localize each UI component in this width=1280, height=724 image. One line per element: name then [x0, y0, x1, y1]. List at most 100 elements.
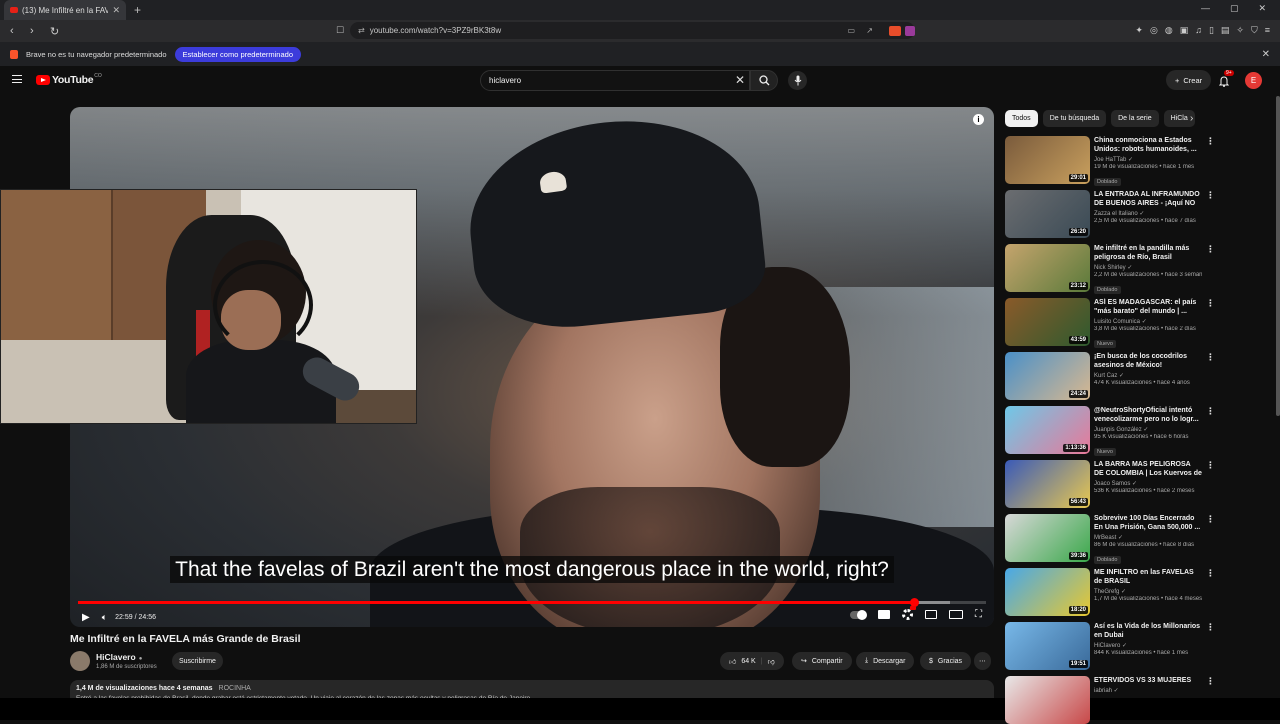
recommendation-channel[interactable]: Joaco Samos ✓ [1094, 480, 1202, 487]
video-thumbnail[interactable]: 19:51 [1005, 622, 1090, 670]
browser-tab[interactable]: (13) Me Infiltré en la FAVELA más ✕ [4, 0, 126, 20]
extension-icon[interactable]: ▣ [1180, 25, 1189, 36]
search-input[interactable]: hiclavero ✕ [480, 70, 750, 91]
sidebar-icon[interactable]: ▯ [1209, 25, 1214, 36]
video-thumbnail[interactable]: 56:43 [1005, 460, 1090, 508]
recommendation-title[interactable]: ETERVIDOS VS 33 MUJERES [1094, 676, 1202, 685]
subtitles-icon[interactable] [878, 610, 890, 619]
forward-icon[interactable]: › [30, 25, 40, 37]
thumbs-down-icon[interactable]: 👎︎ [768, 657, 775, 666]
miniplayer-icon[interactable] [925, 610, 937, 619]
recommendation-item[interactable]: 18:20 ME INFILTRO en las FAVELAS de BRASI… [1005, 568, 1215, 616]
recommendation-channel[interactable]: Nick Shirley ✓ [1094, 264, 1202, 271]
recommendation-item[interactable]: 43:59 ASÍ ES MADAGASCAR: el país "más bar… [1005, 298, 1215, 348]
recommendation-item[interactable]: ETERVIDOS VS 33 MUJERES iabriah ✓ ⋮ [1005, 676, 1215, 724]
scrollbar[interactable] [1276, 96, 1280, 416]
settings-gear-icon[interactable] [902, 606, 916, 620]
filter-chip[interactable]: De la serie [1111, 110, 1159, 127]
more-actions-button[interactable]: ⋯ [974, 652, 991, 670]
recommendation-item[interactable]: 24:24 ¡En busca de los cocodrilos asesino… [1005, 352, 1215, 400]
back-icon[interactable]: ‹ [10, 25, 20, 37]
account-avatar[interactable]: E [1245, 72, 1262, 89]
recommendation-channel[interactable]: Joe HaTTab ✓ [1094, 156, 1202, 163]
more-vertical-icon[interactable]: ⋮ [1206, 352, 1215, 363]
extension-icon[interactable]: ◍ [1165, 25, 1173, 36]
recommendation-channel[interactable]: Juanpis González ✓ [1094, 426, 1202, 433]
more-vertical-icon[interactable]: ⋮ [1206, 622, 1215, 633]
channel-avatar[interactable] [70, 651, 90, 671]
music-icon[interactable]: ♫ [1195, 25, 1202, 36]
extension-icon[interactable]: ✦ [1135, 25, 1143, 36]
video-thumbnail[interactable]: 26:20 [1005, 190, 1090, 238]
more-vertical-icon[interactable]: ⋮ [1206, 460, 1215, 471]
theater-mode-icon[interactable] [949, 610, 963, 619]
recommendation-title[interactable]: Sobrevive 100 Días Encerrado En Una Pris… [1094, 514, 1202, 532]
recommendation-item[interactable]: 23:12 Me infiltré en la pandilla más peli… [1005, 244, 1215, 294]
hashtag[interactable]: ROCINHA [219, 685, 251, 692]
share-button[interactable]: ↪ Compartir [792, 652, 852, 670]
video-thumbnail[interactable]: 29:01 [1005, 136, 1090, 184]
video-thumbnail[interactable]: 39:36 [1005, 514, 1090, 562]
video-thumbnail[interactable]: 18:20 [1005, 568, 1090, 616]
recommendation-channel[interactable]: TheGrefg ✓ [1094, 588, 1202, 595]
more-vertical-icon[interactable]: ⋮ [1206, 406, 1215, 417]
close-window-icon[interactable]: ✕ [1258, 3, 1266, 14]
clear-search-icon[interactable]: ✕ [735, 73, 745, 87]
video-thumbnail[interactable]: 43:59 [1005, 298, 1090, 346]
subscribe-button[interactable]: Suscribirme [172, 652, 223, 670]
recommendation-channel[interactable]: MrBeast ✓ [1094, 534, 1202, 541]
recommendation-channel[interactable]: Zazza el Italiano ✓ [1094, 210, 1202, 217]
menu-icon[interactable]: ≡ [1265, 25, 1270, 36]
video-thumbnail[interactable]: 24:24 [1005, 352, 1090, 400]
recommendation-item[interactable]: 26:20 LA ENTRADA AL INFRAMUNDO DE BUENOS … [1005, 190, 1215, 238]
brave-rewards-icon[interactable] [905, 25, 915, 36]
video-thumbnail[interactable]: 1:13:36 [1005, 406, 1090, 454]
recommendation-channel[interactable]: iabriah ✓ [1094, 687, 1202, 694]
notifications-button[interactable]: 9+ [1218, 70, 1234, 87]
recommendation-title[interactable]: ASÍ ES MADAGASCAR: el país "más barato" … [1094, 298, 1202, 316]
thanks-button[interactable]: $ Gracias [920, 652, 972, 670]
search-button[interactable] [750, 70, 778, 91]
fullscreen-icon[interactable]: ⛶ [975, 609, 982, 620]
minimize-icon[interactable]: — [1201, 3, 1210, 14]
wallet-icon[interactable]: ▤ [1221, 25, 1230, 36]
recommendation-title[interactable]: Así es la Vida de los Millonarios en Dub… [1094, 622, 1202, 640]
leo-icon[interactable]: ✧ [1236, 25, 1244, 36]
recommendation-title[interactable]: ¡En busca de los cocodrilos asesinos de … [1094, 352, 1202, 370]
vpn-icon[interactable]: ⛉ [1251, 25, 1258, 36]
recommendation-item[interactable]: 29:01 China conmociona a Estados Unidos: … [1005, 136, 1215, 186]
more-vertical-icon[interactable]: ⋮ [1206, 298, 1215, 309]
recommendation-channel[interactable]: HiClavero ✓ [1094, 642, 1202, 649]
hamburger-menu-icon[interactable] [12, 75, 22, 83]
close-tab-icon[interactable]: ✕ [112, 5, 120, 16]
recommendation-item[interactable]: 1:13:36 @NeutroShortyOficial intentó vene… [1005, 406, 1215, 456]
set-default-button[interactable]: Establecer como predeterminado [174, 46, 301, 62]
video-thumbnail[interactable]: 23:12 [1005, 244, 1090, 292]
reload-icon[interactable]: ↻ [50, 25, 60, 38]
voice-search-button[interactable] [788, 71, 807, 90]
share-icon[interactable]: ↗ [866, 26, 873, 35]
recommendation-title[interactable]: @NeutroShortyOficial intentó venecolizar… [1094, 406, 1202, 424]
youtube-logo[interactable]: YouTube CO [36, 73, 102, 86]
recommendation-title[interactable]: LA ENTRADA AL INFRAMUNDO DE BUENOS AIRES… [1094, 190, 1202, 208]
recommendation-title[interactable]: Me infiltré en la pandilla más peligrosa… [1094, 244, 1202, 262]
more-vertical-icon[interactable]: ⋮ [1206, 676, 1215, 687]
more-vertical-icon[interactable]: ⋮ [1206, 136, 1215, 147]
more-vertical-icon[interactable]: ⋮ [1206, 514, 1215, 525]
pip-icon[interactable]: ▭ [847, 26, 855, 35]
recommendation-channel[interactable]: Kurt Caz ✓ [1094, 372, 1202, 379]
more-vertical-icon[interactable]: ⋮ [1206, 244, 1215, 255]
bookmark-icon[interactable]: ☐ [336, 25, 344, 36]
extension-icon[interactable]: ◎ [1150, 25, 1158, 36]
filter-chip[interactable]: De tu búsqueda [1042, 110, 1107, 127]
autoplay-toggle[interactable] [850, 609, 867, 620]
like-button[interactable]: 👍︎ 64 K | 👎︎ [720, 652, 784, 670]
progress-bar[interactable] [78, 598, 986, 607]
site-info-icon[interactable]: ⇄ [358, 26, 365, 35]
more-vertical-icon[interactable]: ⋮ [1206, 568, 1215, 579]
address-bar[interactable]: ☐ ⇄ youtube.com/watch?v=3PZ9rBK3t8w ▭ ↗ [336, 22, 915, 39]
video-thumbnail[interactable] [1005, 676, 1090, 724]
recommendation-title[interactable]: LA BARRA MAS PELIGROSA DE COLOMBIA | Los… [1094, 460, 1202, 478]
recommendation-item[interactable]: 56:43 LA BARRA MAS PELIGROSA DE COLOMBIA … [1005, 460, 1215, 508]
brave-shields-icon[interactable] [889, 25, 901, 36]
